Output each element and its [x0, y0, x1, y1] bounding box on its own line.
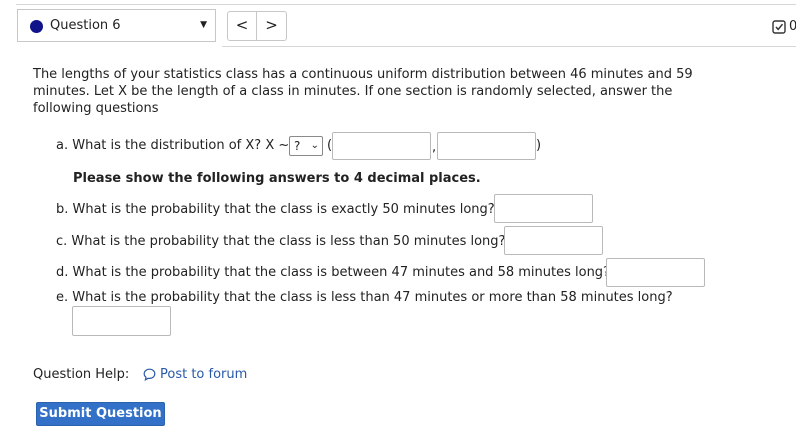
part-b-input[interactable] [494, 194, 593, 223]
speech-bubble-icon [143, 368, 156, 385]
param2-input[interactable] [437, 132, 536, 160]
param1-input[interactable] [332, 132, 431, 160]
caret-down-icon: ▼ [200, 20, 207, 30]
status-dot-icon [30, 20, 43, 33]
part-a-text: a. What is the distribution of X? X ~ [56, 138, 290, 153]
checkbox-check-icon [772, 20, 786, 34]
comma: , [432, 140, 437, 155]
part-e-text: e. What is the probability that the clas… [56, 290, 673, 305]
part-c-input[interactable] [504, 226, 603, 255]
question-intro: The lengths of your statistics class has… [33, 67, 693, 116]
chevron-down-icon: ⌄ [310, 140, 319, 151]
top-divider [16, 4, 796, 5]
close-paren: ) [536, 138, 542, 153]
post-to-forum-label: Post to forum [160, 367, 248, 382]
previous-question-button[interactable]: < [227, 11, 257, 41]
distribution-dropdown-value: ? [294, 139, 301, 153]
score-value: 0 [789, 19, 796, 34]
part-e-input[interactable] [72, 306, 171, 336]
question-selector[interactable]: Question 6 ▼ [17, 9, 216, 42]
distribution-dropdown[interactable]: ? ⌄ [289, 136, 323, 156]
part-d-input[interactable] [606, 258, 705, 287]
part-b-text: b. What is the probability that the clas… [56, 202, 495, 217]
next-question-button[interactable]: > [257, 11, 287, 41]
header-divider [222, 46, 796, 47]
question-help-label: Question Help: [33, 367, 130, 382]
post-to-forum-link[interactable]: Post to forum [143, 367, 247, 385]
part-d-text: d. What is the probability that the clas… [56, 265, 610, 280]
decimal-note: Please show the following answers to 4 d… [73, 171, 481, 186]
part-c-text: c. What is the probability that the clas… [56, 234, 506, 249]
question-label: Question 6 [50, 18, 121, 33]
submit-question-button[interactable]: Submit Question [36, 402, 165, 426]
